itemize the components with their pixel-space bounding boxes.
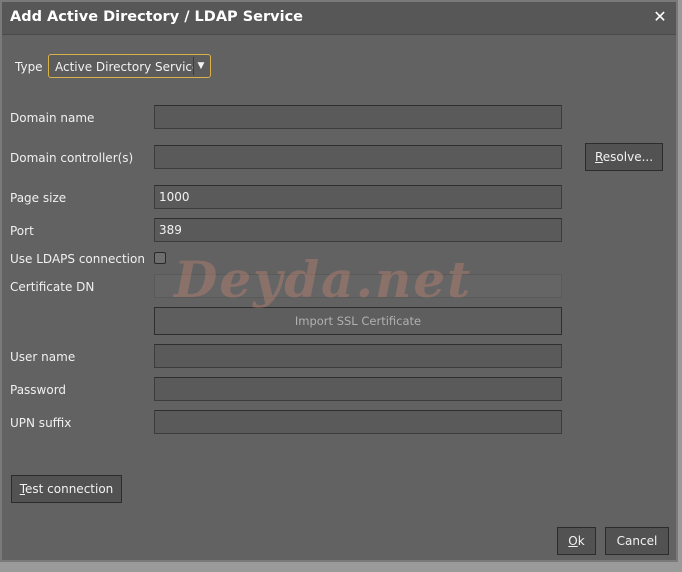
- ok-mnemonic: O: [568, 534, 578, 548]
- test-connection-button[interactable]: Test connection: [11, 475, 122, 503]
- user-name-label: User name: [10, 350, 76, 364]
- port-input[interactable]: [154, 218, 562, 242]
- test-connection-label: est connection: [25, 482, 114, 496]
- type-dropdown[interactable]: Active Directory Service ▼: [48, 54, 211, 78]
- domain-name-label: Domain name: [10, 111, 95, 125]
- resolve-label: esolve...: [602, 150, 654, 164]
- type-selected-value: Active Directory Service: [55, 60, 200, 74]
- upn-suffix-input[interactable]: [154, 410, 562, 434]
- resolve-mnemonic: R: [594, 150, 603, 164]
- port-label: Port: [10, 224, 34, 238]
- cancel-button[interactable]: Cancel: [605, 527, 669, 555]
- ok-label: k: [577, 534, 585, 548]
- user-name-input[interactable]: [154, 344, 562, 368]
- password-input[interactable]: [154, 377, 562, 401]
- domain-controllers-input[interactable]: [154, 145, 562, 169]
- resolve-button[interactable]: Resolve...: [585, 143, 663, 171]
- use-ldaps-label: Use LDAPS connection: [10, 252, 145, 266]
- chevron-down-icon[interactable]: ▼: [193, 57, 208, 75]
- use-ldaps-checkbox[interactable]: [154, 252, 166, 264]
- close-icon[interactable]: ✕: [650, 6, 670, 28]
- dialog-title: Add Active Directory / LDAP Service: [10, 9, 304, 25]
- upn-suffix-label: UPN suffix: [10, 416, 72, 430]
- password-label: Password: [10, 383, 67, 397]
- certificate-dn-label: Certificate DN: [10, 280, 95, 294]
- title-bar: Add Active Directory / LDAP Service ✕: [2, 2, 676, 35]
- certificate-dn-input: [154, 274, 562, 298]
- domain-controllers-label: Domain controller(s): [10, 151, 134, 165]
- import-ssl-certificate-button: Import SSL Certificate: [154, 307, 562, 335]
- add-ldap-dialog: Add Active Directory / LDAP Service ✕ Ty…: [0, 0, 678, 562]
- domain-name-input[interactable]: [154, 105, 562, 129]
- ok-button[interactable]: Ok: [557, 527, 596, 555]
- type-label: Type: [15, 60, 43, 74]
- page-size-input[interactable]: [154, 185, 562, 209]
- page-size-label: Page size: [10, 191, 67, 205]
